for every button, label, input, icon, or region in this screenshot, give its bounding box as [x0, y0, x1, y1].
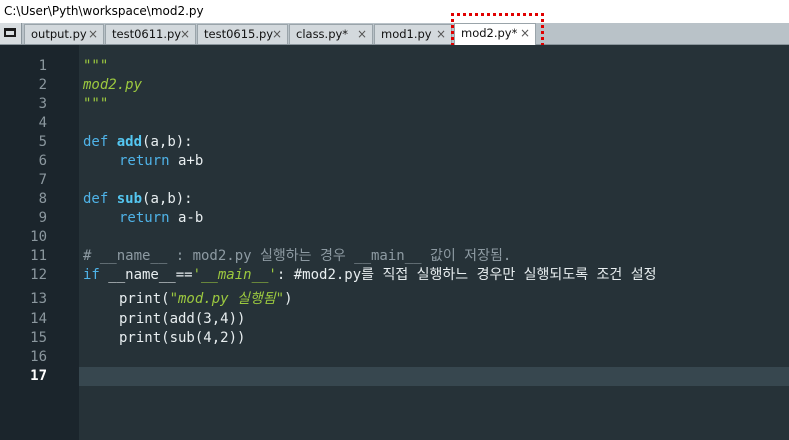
panel-toggle-button[interactable] [0, 23, 22, 44]
keyword: return [119, 153, 170, 169]
docstring-text: """ [83, 58, 109, 74]
string-literal: "mod.py 실행됨" [169, 291, 285, 307]
tab-output-py[interactable]: output.py × [24, 24, 104, 44]
close-icon[interactable]: × [436, 25, 446, 44]
line-number: 1 [38, 58, 47, 74]
code-line-6: return a+b [119, 152, 203, 171]
line-number: 4 [38, 115, 47, 131]
code-text: print( [119, 291, 170, 307]
code-line-2: mod2.py [83, 76, 142, 95]
code-text: a+b [169, 153, 204, 169]
tab-test0615-py[interactable]: test0615.py × [197, 24, 288, 44]
close-icon[interactable]: × [88, 25, 98, 44]
tab-label: mod1.py [381, 27, 432, 41]
function-name: sub [116, 191, 143, 207]
tab-class-py[interactable]: class.py* × [289, 24, 373, 44]
close-icon[interactable]: × [272, 25, 282, 44]
code-text: print(sub(4,2)) [119, 330, 246, 346]
current-line-highlight [79, 367, 789, 386]
code-line-13: print("mod.py 실행됨") [119, 290, 293, 309]
line-number: 5 [38, 134, 47, 150]
line-number: 15 [30, 330, 47, 346]
line-number: 14 [30, 311, 47, 327]
code-line-9: return a-b [119, 209, 203, 228]
comment-text: # __name__ : mod2.py 실행하는 경우 __main__ 값이… [83, 248, 512, 264]
code-text: ) [284, 291, 293, 307]
tab-mod2-py[interactable]: mod2.py* × [454, 23, 536, 45]
code-line-8: def sub(a,b): [83, 190, 193, 209]
tab-label: test0611.py [112, 27, 182, 41]
string-literal: '__main__' [192, 267, 277, 283]
close-icon[interactable]: × [180, 25, 190, 44]
line-number: 9 [38, 210, 47, 226]
code-text: (a,b): [142, 134, 193, 150]
tab-label: test0615.py [204, 27, 274, 41]
close-icon[interactable]: × [357, 25, 367, 44]
line-number: 10 [30, 229, 47, 245]
code-text: : #mod2.py를 직접 실행하느 경우만 실행되도록 조건 설정 [276, 267, 657, 283]
function-name: add [116, 134, 143, 150]
line-number: 12 [30, 267, 47, 283]
code-line-12: if __name__=='__main__': #mod2.py를 직접 실행… [83, 266, 656, 285]
line-number: 2 [38, 77, 47, 93]
line-number: 16 [30, 349, 47, 365]
keyword: return [119, 210, 170, 226]
keyword: def [83, 134, 109, 150]
code-line-15: print(sub(4,2)) [119, 329, 245, 348]
code-line-5: def add(a,b): [83, 133, 193, 152]
line-number: 6 [38, 153, 47, 169]
line-number: 3 [38, 96, 47, 112]
window-icon [4, 28, 16, 37]
code-line-1: """ [83, 57, 108, 76]
code-text: __name__== [99, 267, 193, 283]
tab-test0611-py[interactable]: test0611.py × [105, 24, 196, 44]
tab-label: mod2.py* [461, 26, 518, 40]
docstring-text: mod2.py [83, 77, 143, 93]
tab-label: output.py [31, 27, 87, 41]
line-number: 8 [38, 191, 47, 207]
line-number: 13 [30, 291, 47, 307]
code-text: a-b [169, 210, 204, 226]
tab-bar: output.py × test0611.py × test0615.py × … [0, 23, 789, 45]
code-text: (a,b): [142, 191, 193, 207]
code-line-3: """ [83, 95, 108, 114]
tab-label: class.py* [296, 27, 349, 41]
close-icon[interactable]: × [520, 24, 530, 43]
line-number: 7 [38, 172, 47, 188]
keyword: def [83, 191, 109, 207]
line-number: 11 [30, 248, 47, 264]
code-line-11: # __name__ : mod2.py 실행하는 경우 __main__ 값이… [83, 247, 511, 266]
window-title: C:\User\Pyth\workspace\mod2.py [0, 0, 789, 23]
code-text: print(add(3,4)) [119, 311, 246, 327]
line-number-current: 17 [30, 368, 47, 384]
code-line-14: print(add(3,4)) [119, 310, 245, 329]
keyword: if [83, 267, 100, 283]
docstring-text: """ [83, 96, 109, 112]
tab-mod1-py[interactable]: mod1.py × [374, 24, 452, 44]
